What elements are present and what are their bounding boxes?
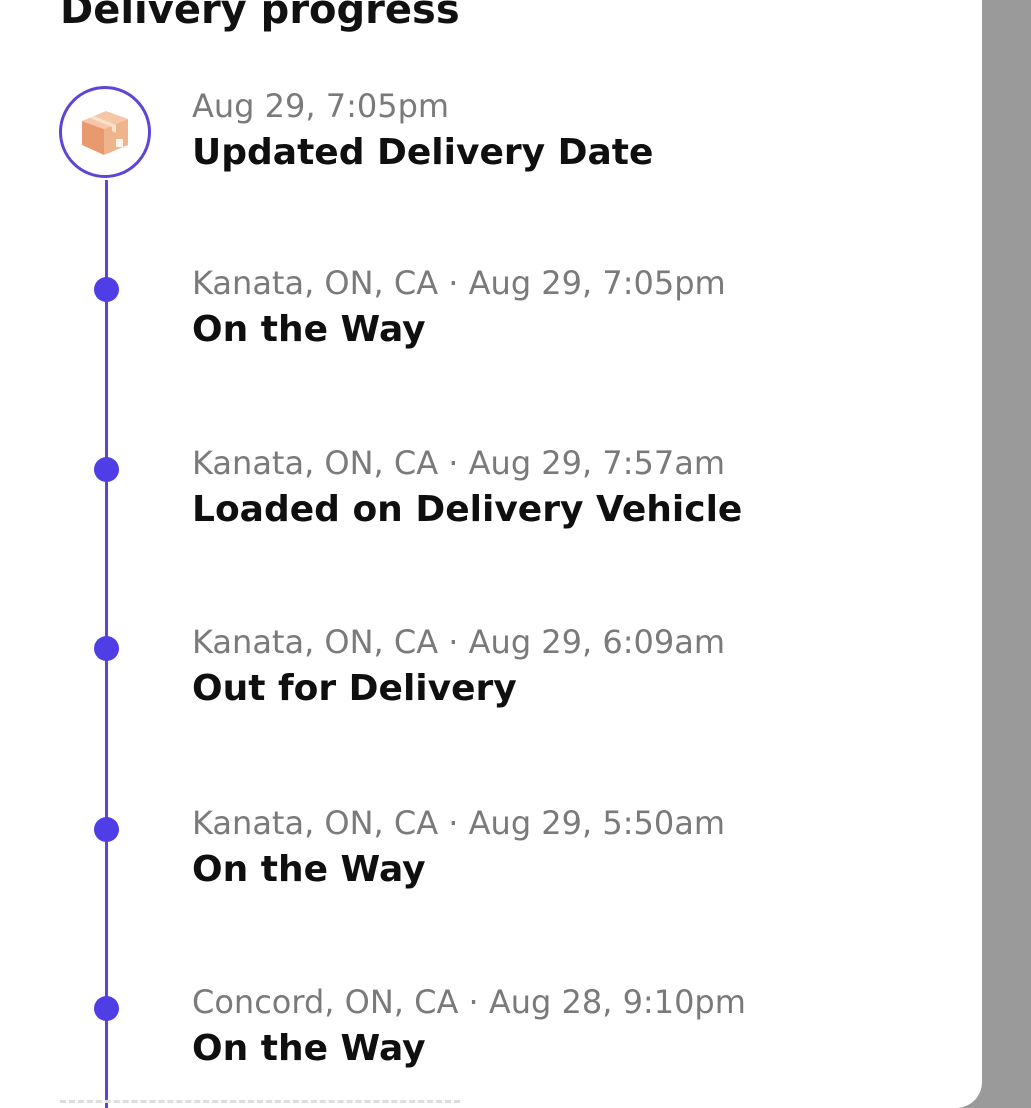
event-meta: Concord, ON, CA · Aug 28, 9:10pm [192, 983, 746, 1021]
event-meta: Aug 29, 7:05pm [192, 87, 450, 125]
timeline-dot [94, 817, 119, 842]
event-meta: Kanata, ON, CA · Aug 29, 5:50am [192, 804, 725, 842]
event-status: Updated Delivery Date [192, 132, 654, 173]
timeline-dot [94, 636, 119, 661]
timeline-dot [94, 277, 119, 302]
timeline-dot [94, 457, 119, 482]
event-status: Loaded on Delivery Vehicle [192, 489, 743, 530]
event-meta: Kanata, ON, CA · Aug 29, 6:09am [192, 623, 725, 661]
timeline-dot [94, 996, 119, 1021]
divider [60, 1100, 460, 1108]
event-status: On the Way [192, 309, 426, 350]
package-icon [59, 86, 151, 178]
event-meta: Kanata, ON, CA · Aug 29, 7:05pm [192, 264, 726, 302]
event-meta: Kanata, ON, CA · Aug 29, 7:57am [192, 444, 725, 482]
page-title: Delivery progress [60, 0, 460, 33]
delivery-progress-card: Delivery progress Aug 29, 7:05pm Updated… [0, 0, 982, 1108]
event-status: Out for Delivery [192, 668, 517, 709]
event-status: On the Way [192, 1028, 426, 1069]
event-status: On the Way [192, 849, 426, 890]
